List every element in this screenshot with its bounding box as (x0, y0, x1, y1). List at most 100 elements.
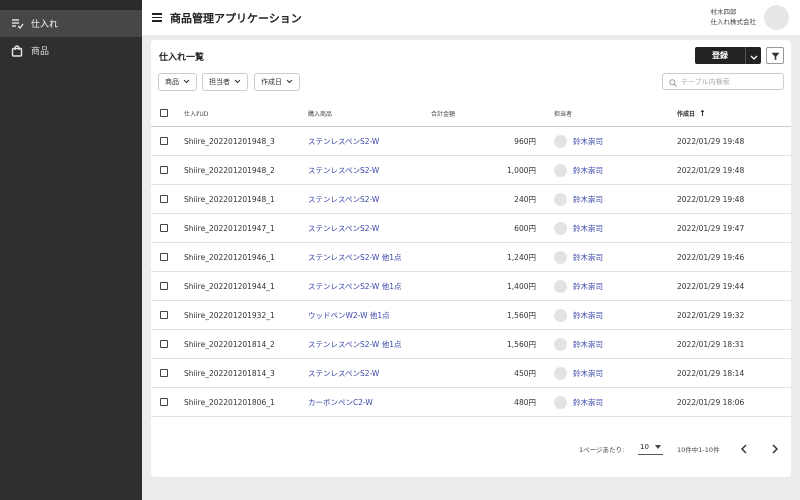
user-link[interactable]: 鈴木崇司 (573, 136, 603, 147)
row-checkbox[interactable] (160, 253, 168, 261)
filter-button[interactable] (766, 47, 784, 64)
product-link[interactable]: ステンレスペンS2-W 他1点 (308, 281, 401, 292)
sidebar-item-products[interactable]: 商品 (0, 37, 142, 64)
table-body: Shiire_202201201948_3 ステンレスペンS2-W 960円 鈴木崇司… (151, 127, 791, 417)
cell-amount: 240円 (514, 194, 536, 204)
next-page-button[interactable] (767, 440, 783, 456)
column-header-amount[interactable]: 合計金額 (431, 100, 455, 126)
cell-product: ステンレスペンS2-W (308, 156, 379, 184)
avatar (554, 366, 567, 380)
filter-chip-product[interactable]: 商品 (158, 73, 197, 91)
sidebar: 仕入れ 商品 (0, 0, 142, 500)
user-link[interactable]: 鈴木崇司 (573, 310, 603, 321)
cell-date: 2022/01/29 19:44 (677, 281, 745, 291)
table-row[interactable]: Shiire_202201201948_1 ステンレスペンS2-W 240円 鈴木崇司… (151, 185, 791, 214)
pagination-range: 10件中1-10件 (677, 446, 720, 454)
chevron-down-icon (234, 78, 241, 86)
user-info: 村木四郎 仕入れ株式会社 (711, 7, 757, 27)
table-row[interactable]: Shiire_202201201947_1 ステンレスペンS2-W 600円 鈴木崇司… (151, 214, 791, 243)
table-row[interactable]: Shiire_202201201814_2 ステンレスペンS2-W 他1点 1,56… (151, 330, 791, 359)
table-row[interactable]: Shiire_202201201806_1 カーボンペンC2-W 480円 鈴木崇司 2… (151, 388, 791, 417)
user-name: 村木四郎 (710, 8, 737, 16)
user-link[interactable]: 鈴木崇司 (573, 223, 603, 234)
per-page-select[interactable]: 10 (638, 440, 663, 455)
purchase-list-icon (10, 17, 24, 31)
table-row[interactable]: Shiire_202201201944_1 ステンレスペンS2-W 他1点 1,40… (151, 272, 791, 301)
product-link[interactable]: ステンレスペンS2-W 他1点 (308, 252, 401, 263)
cell-user: 鈴木崇司 (554, 127, 603, 155)
cell-product: ステンレスペンS2-W (308, 214, 379, 242)
row-checkbox[interactable] (160, 224, 168, 232)
user-link[interactable]: 鈴木崇司 (573, 281, 603, 292)
table-row[interactable]: Shiire_202201201814_3 ステンレスペンS2-W 450円 鈴木崇司… (151, 359, 791, 388)
product-link[interactable]: ステンレスペンS2-W (308, 136, 379, 147)
user-avatar[interactable] (764, 5, 789, 30)
table-row[interactable]: Shiire_202201201948_2 ステンレスペンS2-W 1,000円 鈴木… (151, 156, 791, 185)
cell-product: ウッドペンW2-W 他1点 (308, 301, 390, 329)
cell-product: ステンレスペンS2-W (308, 185, 379, 213)
cell-product: ステンレスペンS2-W (308, 359, 379, 387)
cell-user: 鈴木崇司 (554, 243, 603, 271)
row-checkbox[interactable] (160, 282, 168, 290)
user-link[interactable]: 鈴木崇司 (573, 339, 603, 350)
cell-amount: 1,240円 (507, 252, 536, 262)
search-input[interactable] (681, 77, 781, 86)
row-checkbox[interactable] (160, 137, 168, 145)
register-dropdown-button[interactable] (745, 47, 761, 64)
row-checkbox[interactable] (160, 311, 168, 319)
column-header-id[interactable]: 仕入れID (184, 100, 208, 126)
sort-arrow-up-icon: ↑ (699, 108, 706, 118)
cell-amount: 600円 (514, 223, 536, 233)
prev-page-button[interactable] (736, 440, 752, 456)
row-checkbox[interactable] (160, 398, 168, 406)
column-header-product[interactable]: 購入商品 (308, 100, 332, 126)
row-checkbox[interactable] (160, 369, 168, 377)
table-row[interactable]: Shiire_202201201946_1 ステンレスペンS2-W 他1点 1,24… (151, 243, 791, 272)
cell-date: 2022/01/29 19:47 (677, 223, 745, 233)
cell-user: 鈴木崇司 (554, 185, 603, 213)
avatar (554, 221, 567, 235)
table-row[interactable]: Shiire_202201201948_3 ステンレスペンS2-W 960円 鈴木崇司… (151, 127, 791, 156)
user-link[interactable]: 鈴木崇司 (573, 397, 603, 408)
user-link[interactable]: 鈴木崇司 (573, 165, 603, 176)
row-checkbox[interactable] (160, 195, 168, 203)
product-link[interactable]: ステンレスペンS2-W (308, 194, 379, 205)
cell-product: カーボンペンC2-W (308, 388, 373, 416)
cell-amount: 1,400円 (507, 281, 536, 291)
cell-amount: 960円 (514, 136, 536, 146)
product-link[interactable]: ウッドペンW2-W 他1点 (308, 310, 390, 321)
column-header-user[interactable]: 担当者 (554, 100, 572, 126)
user-link[interactable]: 鈴木崇司 (573, 194, 603, 205)
cell-date: 2022/01/29 19:48 (677, 165, 745, 175)
row-checkbox[interactable] (160, 166, 168, 174)
cell-user: 鈴木崇司 (554, 272, 603, 300)
sidebar-item-purchases[interactable]: 仕入れ (0, 10, 142, 37)
avatar (554, 163, 567, 177)
cell-date: 2022/01/29 19:48 (677, 194, 745, 204)
column-header-date-label: 作成日 (677, 110, 696, 118)
product-link[interactable]: ステンレスペンS2-W (308, 223, 379, 234)
table-search (662, 73, 784, 90)
register-button[interactable]: 登録 (695, 47, 745, 64)
chevron-down-icon (183, 78, 190, 86)
product-link[interactable]: ステンレスペンS2-W (308, 368, 379, 379)
sidebar-item-label: 商品 (31, 47, 50, 57)
column-header-date[interactable]: 作成日 ↑ (677, 100, 706, 126)
table-row[interactable]: Shiire_202201201932_1 ウッドペンW2-W 他1点 1,560円… (151, 301, 791, 330)
sidebar-top-bar (0, 0, 142, 10)
cell-amount: 450円 (514, 368, 536, 378)
filter-chip-date[interactable]: 作成日 (254, 73, 300, 91)
filter-chip-user[interactable]: 担当者 (202, 73, 248, 91)
select-all-checkbox[interactable] (160, 109, 168, 117)
product-link[interactable]: カーボンペンC2-W (308, 397, 373, 408)
cell-product: ステンレスペンS2-W 他1点 (308, 272, 401, 300)
product-link[interactable]: ステンレスペンS2-W (308, 165, 379, 176)
avatar (554, 250, 567, 264)
user-link[interactable]: 鈴木崇司 (573, 252, 603, 263)
cell-product: ステンレスペンS2-W 他1点 (308, 330, 401, 358)
row-checkbox[interactable] (160, 340, 168, 348)
menu-icon[interactable] (152, 11, 166, 25)
product-link[interactable]: ステンレスペンS2-W 他1点 (308, 339, 401, 350)
user-link[interactable]: 鈴木崇司 (573, 368, 603, 379)
card-title: 仕入れ一覧 (159, 53, 205, 63)
